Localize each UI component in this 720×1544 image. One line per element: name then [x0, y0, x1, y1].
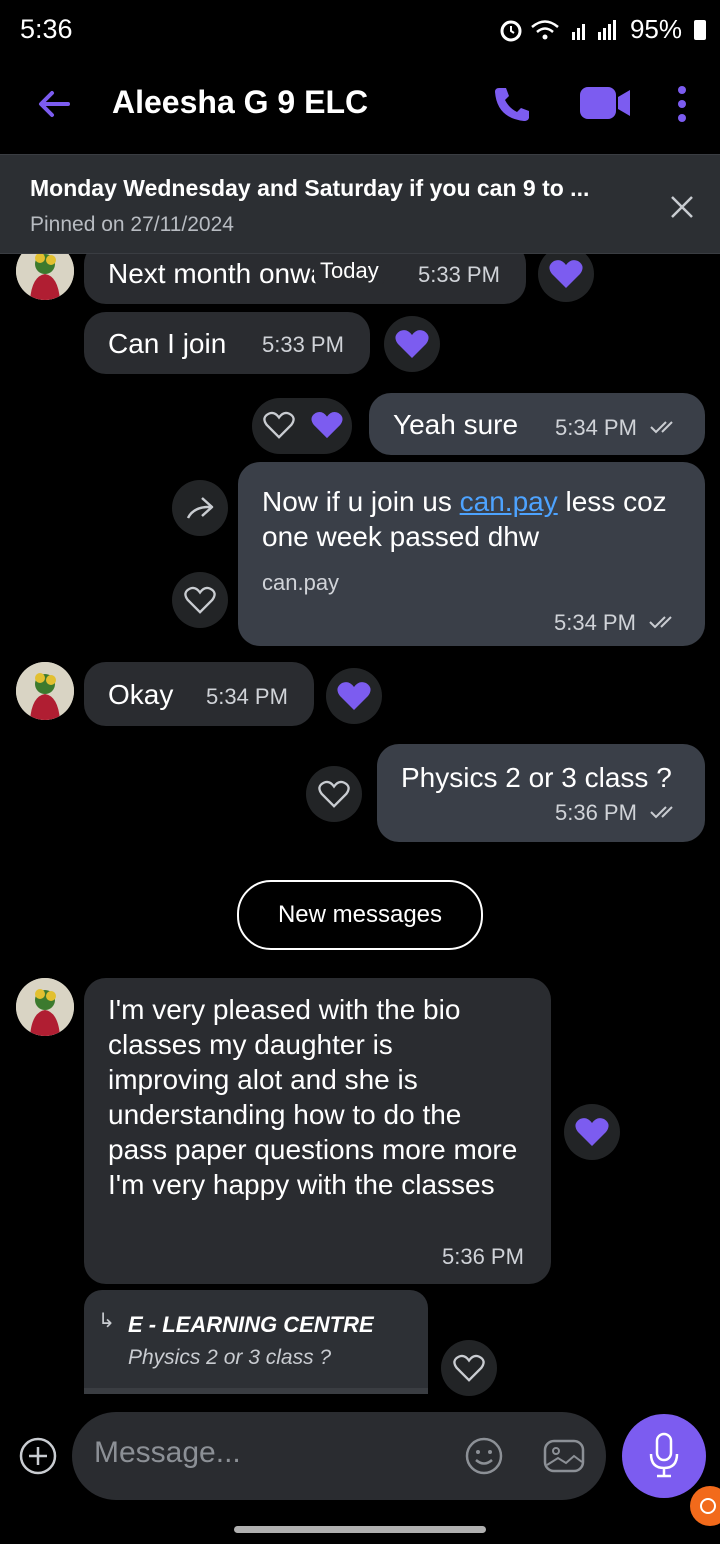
heart-outline-icon — [318, 780, 350, 808]
heart-filled-icon — [337, 682, 371, 710]
microphone-icon — [649, 1432, 679, 1478]
video-call-icon[interactable] — [578, 84, 632, 122]
signal-icons — [498, 17, 622, 43]
chat-title[interactable]: Aleesha G 9 ELC — [112, 84, 368, 121]
message-time: 5:34 PM — [206, 684, 288, 709]
battery-icon — [694, 19, 706, 40]
message-text: I'm very pleased with the bio classes my… — [108, 994, 518, 1200]
new-messages-button[interactable]: New messages — [237, 880, 483, 950]
heart-outline-icon[interactable] — [262, 410, 296, 440]
pinned-date: Pinned on 27/11/2024 — [30, 213, 234, 236]
read-checkmarks-icon — [649, 616, 672, 629]
forward-icon — [186, 497, 214, 519]
reply-text: Physics 2 or 3 class ? — [128, 1346, 332, 1369]
battery-percent: 95% — [629, 14, 682, 44]
reaction-button[interactable] — [172, 572, 228, 628]
reply-divider — [84, 1388, 428, 1394]
emoji-icon[interactable] — [464, 1436, 504, 1476]
gallery-icon[interactable] — [542, 1436, 586, 1476]
pinned-message-banner[interactable]: Monday Wednesday and Saturday if you can… — [0, 154, 720, 254]
contact-avatar[interactable] — [16, 978, 74, 1036]
reply-arrow-icon: ↳ — [98, 1310, 115, 1332]
message-input[interactable]: Message... — [72, 1412, 606, 1500]
reaction-group[interactable] — [252, 398, 352, 454]
reaction-heart[interactable] — [384, 316, 440, 372]
incoming-message-bubble[interactable]: Okay 5:34 PM — [84, 662, 314, 726]
message-time: 5:33 PM — [262, 332, 344, 357]
reaction-heart[interactable] — [326, 668, 382, 724]
outgoing-message-bubble[interactable]: Now if u join us can.pay less coz one we… — [238, 462, 705, 646]
heart-filled-icon — [549, 260, 583, 288]
reaction-heart[interactable] — [538, 246, 594, 302]
home-indicator[interactable] — [234, 1526, 486, 1533]
status-time: 5:36 — [20, 14, 73, 44]
read-checkmarks-icon — [650, 806, 673, 819]
message-time: 5:34 PM — [554, 610, 636, 635]
avatar-image — [16, 662, 74, 720]
message-time: 5:34 PM — [555, 415, 637, 440]
status-icons: 95% — [498, 14, 706, 45]
message-time: 5:36 PM — [442, 1244, 524, 1269]
date-chip: Today — [314, 256, 385, 286]
voice-message-button[interactable] — [622, 1414, 706, 1498]
floating-bubble[interactable] — [690, 1486, 720, 1526]
more-options-icon[interactable] — [668, 84, 696, 124]
back-arrow-icon[interactable] — [34, 84, 74, 124]
reply-sender: E - LEARNING CENTRE — [128, 1312, 374, 1337]
cellular-signal-icon — [571, 19, 616, 40]
quoted-reply-bubble[interactable]: ↳ E - LEARNING CENTRE Physics 2 or 3 cla… — [84, 1290, 428, 1394]
heart-outline-icon — [184, 586, 216, 614]
message-text: Yeah sure — [393, 409, 519, 440]
message-text: Physics 2 or 3 class ? — [401, 762, 672, 793]
reaction-button[interactable] — [306, 766, 362, 822]
outgoing-message-bubble[interactable]: Physics 2 or 3 class ? 5:36 PM — [377, 744, 705, 842]
avatar-image — [16, 978, 74, 1036]
message-time: 5:36 PM — [555, 800, 637, 825]
forward-button[interactable] — [172, 480, 228, 536]
contact-avatar[interactable] — [16, 662, 74, 720]
heart-outline-icon — [453, 1354, 485, 1382]
add-attachment-icon[interactable] — [18, 1436, 58, 1476]
incoming-message-bubble[interactable]: I'm very pleased with the bio classes my… — [84, 978, 551, 1284]
incoming-message-bubble[interactable]: Can I join 5:33 PM — [84, 312, 370, 374]
phone-call-icon[interactable] — [490, 82, 534, 126]
message-text: Okay — [108, 679, 174, 710]
chat-bubble-icon — [700, 1498, 716, 1514]
message-time: 5:33 PM — [418, 262, 500, 287]
message-link[interactable]: can.pay — [460, 486, 558, 517]
message-text: Now if u join us can.pay less coz one we… — [262, 486, 667, 552]
reaction-button[interactable] — [441, 1340, 497, 1396]
link-preview[interactable]: can.pay — [262, 570, 339, 596]
heart-filled-icon — [311, 411, 343, 439]
heart-filled-icon — [575, 1118, 609, 1146]
reaction-heart[interactable] — [564, 1104, 620, 1160]
wifi-icon — [531, 19, 559, 39]
message-text: Can I join — [108, 328, 227, 359]
outgoing-message-bubble[interactable]: Yeah sure 5:34 PM — [369, 393, 705, 455]
message-placeholder: Message... — [94, 1436, 241, 1469]
read-checkmarks-icon — [650, 421, 673, 434]
pinned-message-text: Monday Wednesday and Saturday if you can… — [30, 175, 590, 201]
alarm-icon — [500, 20, 522, 41]
close-icon[interactable] — [666, 191, 698, 223]
heart-filled-icon — [395, 330, 429, 358]
